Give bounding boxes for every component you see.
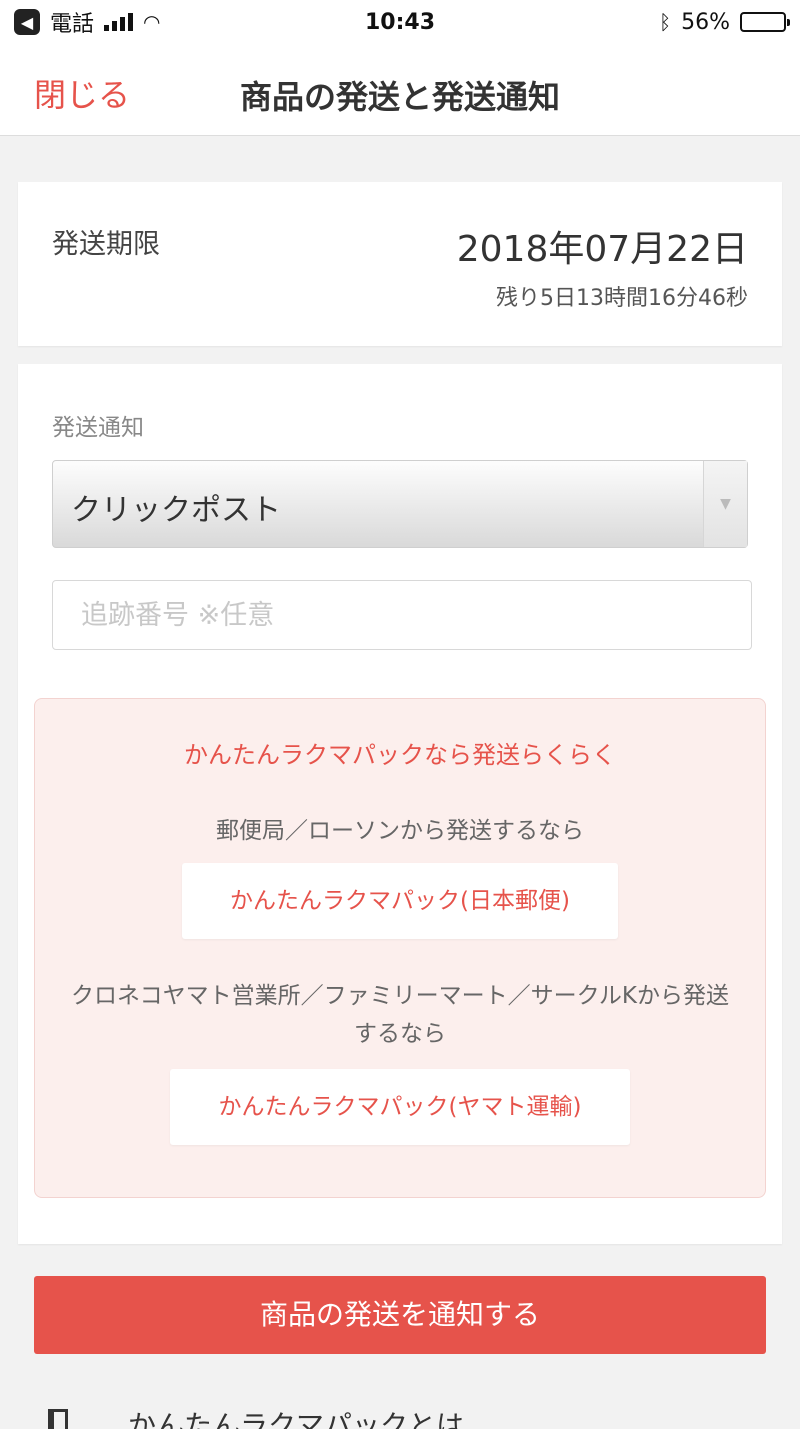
shipping-notice-card: 発送通知 クリックポスト ▼ かんたんラクマパックなら発送らくらく 郵便局／ロー… bbox=[18, 364, 782, 1244]
book-icon bbox=[48, 1409, 68, 1429]
status-left: ◀ 電話 ◠ bbox=[14, 6, 160, 38]
bluetooth-icon: ᛒ bbox=[659, 10, 672, 34]
back-to-app-icon[interactable]: ◀ bbox=[14, 9, 40, 35]
battery-percent: 56% bbox=[681, 9, 730, 35]
deadline-card: 発送期限 2018年07月22日 残り5日13時間16分46秒 bbox=[18, 182, 782, 346]
deadline-remaining: 残り5日13時間16分46秒 bbox=[496, 286, 748, 311]
back-app-label[interactable]: 電話 bbox=[50, 6, 94, 38]
deadline-label: 発送期限 bbox=[52, 229, 160, 260]
rakuma-pack-yamato-button[interactable]: かんたんラクマパック(ヤマト運輸) bbox=[170, 1069, 630, 1145]
page-title: 商品の発送と発送通知 bbox=[239, 78, 560, 116]
nav-bar: 閉じる 商品の発送と発送通知 bbox=[0, 44, 800, 136]
signal-icon bbox=[104, 13, 134, 31]
promo-yamato-text: クロネコヤマト営業所／ファミリーマート／サークルKから発送するなら bbox=[71, 983, 729, 1047]
status-bar: ◀ 電話 ◠ 10:43 ᛒ 56% bbox=[0, 0, 800, 44]
shipping-method-value: クリックポスト bbox=[71, 493, 281, 528]
promo-title: かんたんラクマパックなら発送らくらく bbox=[184, 741, 616, 769]
rakuma-pack-promo: かんたんラクマパックなら発送らくらく 郵便局／ローソンから発送するなら かんたん… bbox=[34, 698, 766, 1198]
deadline-date: 2018年07月22日 bbox=[456, 229, 748, 270]
shipping-method-select[interactable]: クリックポスト ▼ bbox=[52, 460, 748, 548]
battery-icon bbox=[740, 12, 790, 32]
chevron-down-icon: ▼ bbox=[703, 461, 747, 547]
status-right: ᛒ 56% bbox=[659, 9, 790, 35]
about-rakuma-pack-label: かんたんラクマパックとは bbox=[128, 1409, 465, 1429]
tracking-number-input[interactable] bbox=[52, 580, 752, 650]
rakuma-pack-japanpost-button[interactable]: かんたんラクマパック(日本郵便) bbox=[182, 863, 618, 939]
notify-shipment-button[interactable]: 商品の発送を通知する bbox=[34, 1276, 766, 1354]
promo-japanpost-text: 郵便局／ローソンから発送するなら bbox=[216, 818, 584, 844]
wifi-icon: ◠ bbox=[143, 10, 161, 34]
about-rakuma-pack-link[interactable]: かんたんラクマパックとは bbox=[48, 1404, 464, 1429]
shipping-notice-label: 発送通知 bbox=[52, 415, 144, 441]
